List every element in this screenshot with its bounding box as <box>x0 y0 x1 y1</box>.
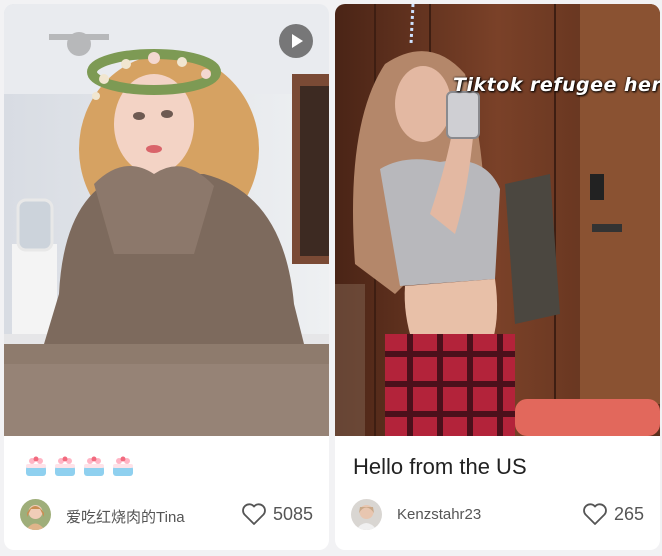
avatar[interactable] <box>351 499 382 530</box>
post-caption[interactable]: Hello from the US <box>353 454 527 480</box>
cake-emoji-icon <box>53 456 77 478</box>
post-card[interactable]: Tiktok refugee here Hello from the US Ke… <box>335 4 660 550</box>
video-play-button[interactable] <box>279 24 313 58</box>
post-card[interactable]: 爱吃红烧肉的Tina 5085 <box>4 4 329 550</box>
like-count: 5085 <box>272 503 313 524</box>
photo-mirror-selfie <box>335 4 660 436</box>
play-icon <box>292 34 303 48</box>
caption-emoji-row <box>24 456 135 478</box>
author-name[interactable]: Kenzstahr23 <box>397 506 481 523</box>
photo-girl-flower-crown <box>4 4 329 436</box>
video-overlay-text: Tiktok refugee here <box>453 74 660 96</box>
post-meta: 爱吃红烧肉的Tina 5085 <box>20 497 313 531</box>
post-thumbnail[interactable]: Tiktok refugee here <box>335 4 660 436</box>
author-name[interactable]: 爱吃红烧肉的Tina <box>66 506 185 527</box>
post-thumbnail[interactable] <box>4 4 329 436</box>
cake-emoji-icon <box>24 456 48 478</box>
post-meta: Kenzstahr23 265 <box>351 497 644 531</box>
cake-emoji-icon <box>82 456 106 478</box>
like-button[interactable]: 5085 <box>241 501 313 527</box>
heart-icon <box>242 503 266 525</box>
heart-icon <box>583 503 607 525</box>
cake-emoji-icon <box>111 456 135 478</box>
avatar[interactable] <box>20 499 51 530</box>
like-count: 265 <box>613 503 644 524</box>
like-button[interactable]: 265 <box>582 501 644 527</box>
